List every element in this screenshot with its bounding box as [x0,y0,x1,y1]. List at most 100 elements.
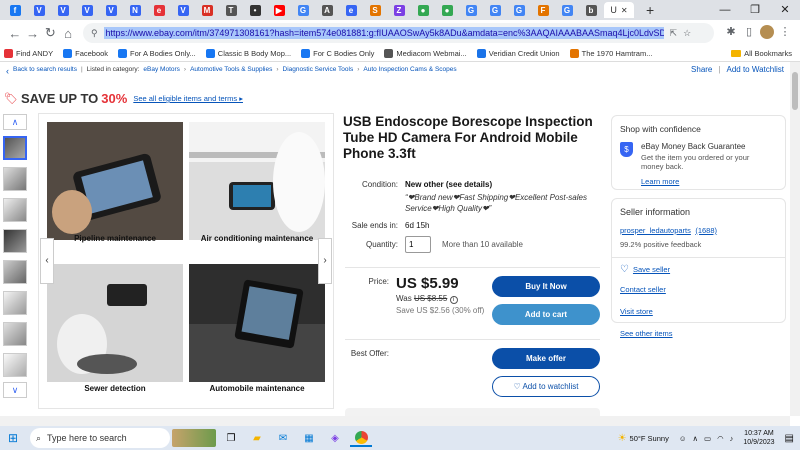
browser-tab[interactable]: e [148,2,170,18]
thumbnail[interactable] [3,260,27,284]
info-icon[interactable]: i [449,296,458,304]
bookmark-item[interactable]: Classic B Body Mop... [205,49,291,58]
windows-start-icon[interactable]: ⊞ [2,429,24,447]
address-bar[interactable]: ⚲ https://www.ebay.com/itm/374971308161?… [82,23,714,43]
horizontal-scrollbar[interactable] [0,416,790,426]
taskbar-search[interactable]: ⌕ Type here to search [30,428,170,448]
add-to-watchlist-button[interactable]: ♡ Add to watchlist [492,376,600,397]
store-icon[interactable]: ▦ [298,429,320,447]
browser-tab[interactable]: e [340,2,362,18]
browser-tab[interactable]: A [316,2,338,18]
browser-tab[interactable]: ● [412,2,434,18]
thumbnail[interactable] [3,136,27,160]
browser-tab[interactable]: V [76,2,98,18]
site-info-icon[interactable]: ⚲ [91,28,98,39]
add-to-watchlist-link[interactable]: Add to Watchlist [726,65,784,74]
bookmark-item[interactable]: Facebook [63,49,108,58]
condition-value[interactable]: New other (see details) [405,180,492,189]
new-tab-button[interactable]: + [646,2,654,18]
share-page-icon[interactable]: ⇱ [670,28,678,39]
bookmark-item[interactable]: Veridian Credit Union [476,49,560,58]
contact-seller-link[interactable]: Contact seller [620,285,666,294]
add-to-cart-button[interactable]: Add to cart [492,304,600,325]
thumbnail[interactable] [3,229,27,253]
people-icon[interactable]: ☺ [679,434,687,443]
make-offer-button[interactable]: Make offer [492,348,600,369]
browser-tab[interactable]: V [100,2,122,18]
mail-icon[interactable]: ✉ [272,429,294,447]
thumbnail[interactable] [3,322,27,346]
profile-avatar[interactable] [758,24,776,42]
clock[interactable]: 10:37 AM 10/9/2023 [743,429,774,447]
reload-icon[interactable]: ↻ [41,25,59,41]
menu-icon[interactable]: ⋮ [776,25,794,42]
browser-tab[interactable]: G [460,2,482,18]
browser-tab[interactable]: G [484,2,506,18]
browser-tab[interactable]: Z [388,2,410,18]
breadcrumb-link[interactable]: Automotive Tools & Supplies [190,66,272,76]
active-tab[interactable]: U ✕ [604,2,634,18]
thumbnail-up-arrow[interactable]: ∧ [3,114,27,130]
browser-tab[interactable]: S [364,2,386,18]
seller-score-link[interactable]: (1688) [695,226,717,235]
tray-chevron-icon[interactable]: ∧ [693,434,699,443]
all-bookmarks-folder[interactable]: All Bookmarks [731,49,792,58]
notifications-icon[interactable]: ▤ [785,433,794,444]
file-explorer-icon[interactable]: ▰ [246,429,268,447]
thumbnail[interactable] [3,353,27,377]
forward-icon[interactable]: → [24,26,42,41]
wifi-icon[interactable]: ◠ [717,434,724,443]
browser-tab[interactable]: f [4,2,26,18]
bookmark-item[interactable]: Find ANDY [4,49,53,58]
vertical-scrollbar[interactable] [790,62,800,416]
app-icon[interactable]: ◈ [324,429,346,447]
maximize-icon[interactable]: ❐ [740,0,770,20]
back-chevron-icon[interactable]: ‹ [6,66,9,76]
browser-tab[interactable]: ● [436,2,458,18]
close-window-icon[interactable]: ✕ [770,0,800,20]
browser-tab[interactable]: V [172,2,194,18]
browser-tab[interactable]: • [244,2,266,18]
browser-tab[interactable]: b [580,2,602,18]
chrome-icon[interactable] [350,429,372,447]
breadcrumb-link[interactable]: eBay Motors [143,66,180,76]
browser-tab[interactable]: G [508,2,530,18]
bookmark-item[interactable]: Mediacom Webmai... [384,49,467,58]
bookmark-star-icon[interactable]: ☆ [683,28,691,39]
seller-name-link[interactable]: prosper_ledautoparts [620,226,691,235]
bookmark-item[interactable]: The 1970 Hamtram... [569,49,652,58]
thumbnail[interactable] [3,167,27,191]
minimize-icon[interactable]: — [710,0,740,20]
visit-store-link[interactable]: Visit store [620,307,653,316]
volume-icon[interactable]: ♪ [730,434,734,443]
thumbnail[interactable] [3,291,27,315]
browser-tab[interactable]: V [52,2,74,18]
bookmark-item[interactable]: For C Bodies Only [301,49,374,58]
learn-more-link[interactable]: Learn more [641,177,679,186]
save-seller-link[interactable]: Save seller [633,265,670,274]
browser-tab[interactable]: ▶ [268,2,290,18]
browser-tab[interactable]: M [196,2,218,18]
weather-text[interactable]: 50°F Sunny [630,434,669,443]
sidepanel-icon[interactable]: ▯ [740,25,758,42]
buy-it-now-button[interactable]: Buy It Now [492,276,600,297]
gallery-prev-button[interactable]: ‹ [40,238,54,284]
tab-close-icon[interactable]: ✕ [621,6,628,15]
url-text[interactable]: https://www.ebay.com/itm/374971308161?ha… [103,27,664,39]
breadcrumb-link[interactable]: Diagnostic Service Tools [283,66,354,76]
browser-tab[interactable]: G [292,2,314,18]
thumbnail-down-arrow[interactable]: ∨ [3,382,27,398]
search-highlight-image[interactable] [172,429,216,447]
browser-tab[interactable]: N [124,2,146,18]
breadcrumb-link[interactable]: Auto Inspection Cams & Scopes [363,66,456,76]
browser-tab[interactable]: V [28,2,50,18]
scrollbar-thumb[interactable] [792,72,798,110]
browser-tab[interactable]: T [220,2,242,18]
gallery-next-button[interactable]: › [318,238,332,284]
browser-tab[interactable]: F [532,2,554,18]
thumbnail[interactable] [3,198,27,222]
back-icon[interactable]: ← [6,26,24,41]
task-view-icon[interactable]: ❐ [220,429,242,447]
back-to-search-link[interactable]: Back to search results [13,66,77,76]
network-icon[interactable]: ▭ [704,434,711,443]
